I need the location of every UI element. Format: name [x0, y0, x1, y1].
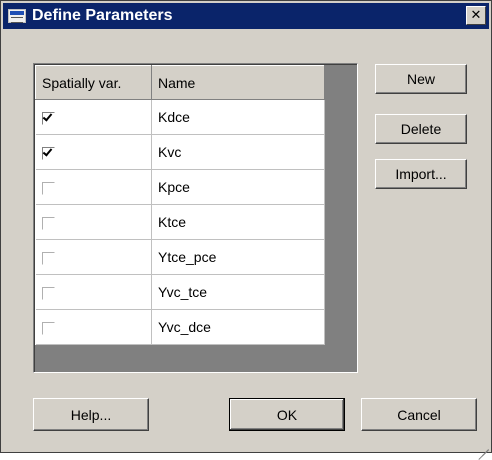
- parameter-name-cell[interactable]: Yvc_dce: [151, 309, 325, 345]
- spatially-var-cell: [35, 309, 152, 345]
- spatially-var-checkbox[interactable]: [41, 286, 55, 300]
- parameter-name-cell[interactable]: Kdce: [151, 99, 325, 135]
- import-button[interactable]: Import...: [375, 159, 467, 189]
- spatially-var-checkbox[interactable]: [41, 216, 55, 230]
- help-button[interactable]: Help...: [33, 398, 149, 431]
- spatially-var-checkbox[interactable]: [41, 146, 55, 160]
- app-icon: [8, 9, 26, 23]
- parameters-table: Spatially var. Name Kdce Kvc Kpce Ktce Ytce_…: [35, 65, 325, 345]
- close-button[interactable]: ✕: [466, 6, 486, 25]
- define-parameters-dialog: Define Parameters ✕ Spatially var. Name …: [0, 0, 492, 460]
- delete-button[interactable]: Delete: [375, 114, 467, 144]
- table-row[interactable]: Yvc_tce: [35, 274, 325, 310]
- spatially-var-checkbox[interactable]: [41, 181, 55, 195]
- parameter-name-cell[interactable]: Ktce: [151, 204, 325, 240]
- spatially-var-checkbox[interactable]: [41, 251, 55, 265]
- spatially-var-cell: [35, 169, 152, 205]
- table-row[interactable]: Kvc: [35, 134, 325, 170]
- resize-grip-icon[interactable]: [475, 436, 489, 460]
- new-button[interactable]: New: [375, 64, 467, 94]
- spatially-var-cell: [35, 204, 152, 240]
- close-icon: ✕: [470, 8, 482, 23]
- parameter-name-cell[interactable]: Kvc: [151, 134, 325, 170]
- column-header-spatially-var[interactable]: Spatially var.: [35, 65, 152, 100]
- spatially-var-cell: [35, 99, 152, 135]
- table-row[interactable]: Yvc_dce: [35, 309, 325, 345]
- table-row[interactable]: Kpce: [35, 169, 325, 205]
- parameter-name-cell[interactable]: Kpce: [151, 169, 325, 205]
- table-row[interactable]: Kdce: [35, 99, 325, 135]
- ok-button[interactable]: OK: [229, 398, 345, 431]
- spatially-var-cell: [35, 274, 152, 310]
- table-row[interactable]: Ytce_pce: [35, 239, 325, 275]
- checkmark-icon: [42, 146, 52, 157]
- parameter-name-cell[interactable]: Ytce_pce: [151, 239, 325, 275]
- spatially-var-cell: [35, 239, 152, 275]
- spatially-var-checkbox[interactable]: [41, 321, 55, 335]
- table-row[interactable]: Ktce: [35, 204, 325, 240]
- spatially-var-cell: [35, 134, 152, 170]
- checkmark-icon: [42, 111, 52, 122]
- title-bar[interactable]: Define Parameters ✕: [3, 3, 489, 29]
- cancel-button[interactable]: Cancel: [361, 398, 477, 431]
- window-title: Define Parameters: [32, 7, 173, 24]
- spatially-var-checkbox[interactable]: [41, 111, 55, 125]
- column-header-name[interactable]: Name: [151, 65, 325, 100]
- parameter-name-cell[interactable]: Yvc_tce: [151, 274, 325, 310]
- parameters-grid: Spatially var. Name Kdce Kvc Kpce Ktce Ytce_…: [33, 63, 358, 373]
